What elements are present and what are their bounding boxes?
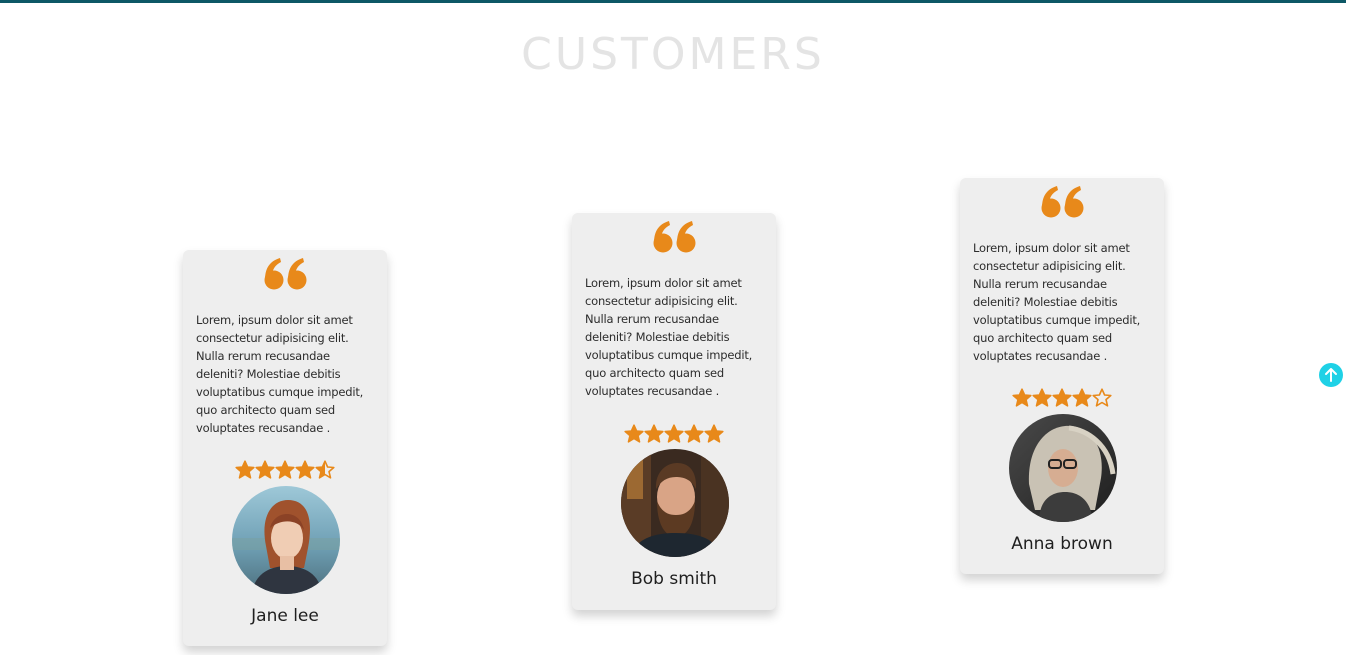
star-icon-full: [1032, 388, 1052, 407]
star-icon-full: [295, 460, 315, 479]
testimonial-text: Lorem, ipsum dolor sit amet consectetur …: [973, 241, 1141, 363]
star-icon-full: [1012, 388, 1032, 407]
quote-icon: [653, 221, 696, 253]
star-icon-full: [235, 460, 255, 479]
star-rating: [183, 460, 387, 480]
quote-icon: [1041, 186, 1084, 218]
customer-name: Anna brown: [1011, 534, 1113, 554]
customer-name: Jane lee: [251, 606, 319, 626]
testimonial-card: Lorem, ipsum dolor sit amet consectetur …: [960, 178, 1164, 574]
star-icon-full: [704, 424, 724, 443]
testimonial-card: Lorem, ipsum dolor sit amet consectetur …: [183, 250, 387, 646]
star-icon-full: [644, 424, 664, 443]
top-accent-bar: [0, 0, 1346, 3]
star-rating: [960, 388, 1164, 408]
star-icon-full: [1052, 388, 1072, 407]
star-icon-full: [664, 424, 684, 443]
arrow-up-icon: [1325, 368, 1337, 382]
star-icon-full: [275, 460, 295, 479]
star-icon-full: [684, 424, 704, 443]
testimonial-card: Lorem, ipsum dolor sit amet consectetur …: [572, 213, 776, 610]
customer-name: Bob smith: [631, 569, 717, 589]
avatar: [621, 449, 729, 557]
quote-icon: [264, 258, 307, 290]
testimonial-text: Lorem, ipsum dolor sit amet consectetur …: [196, 313, 364, 435]
star-rating: [572, 424, 776, 444]
star-icon-empty: [1092, 388, 1112, 407]
scroll-to-top-button[interactable]: [1319, 363, 1343, 387]
star-icon-full: [1072, 388, 1092, 407]
section-title: CUSTOMERS: [521, 29, 825, 80]
avatar: [232, 486, 340, 594]
star-icon-half: [315, 460, 335, 479]
star-icon-full: [255, 460, 275, 479]
avatar: [1009, 414, 1117, 522]
star-icon-full: [624, 424, 644, 443]
testimonial-text: Lorem, ipsum dolor sit amet consectetur …: [585, 276, 753, 398]
